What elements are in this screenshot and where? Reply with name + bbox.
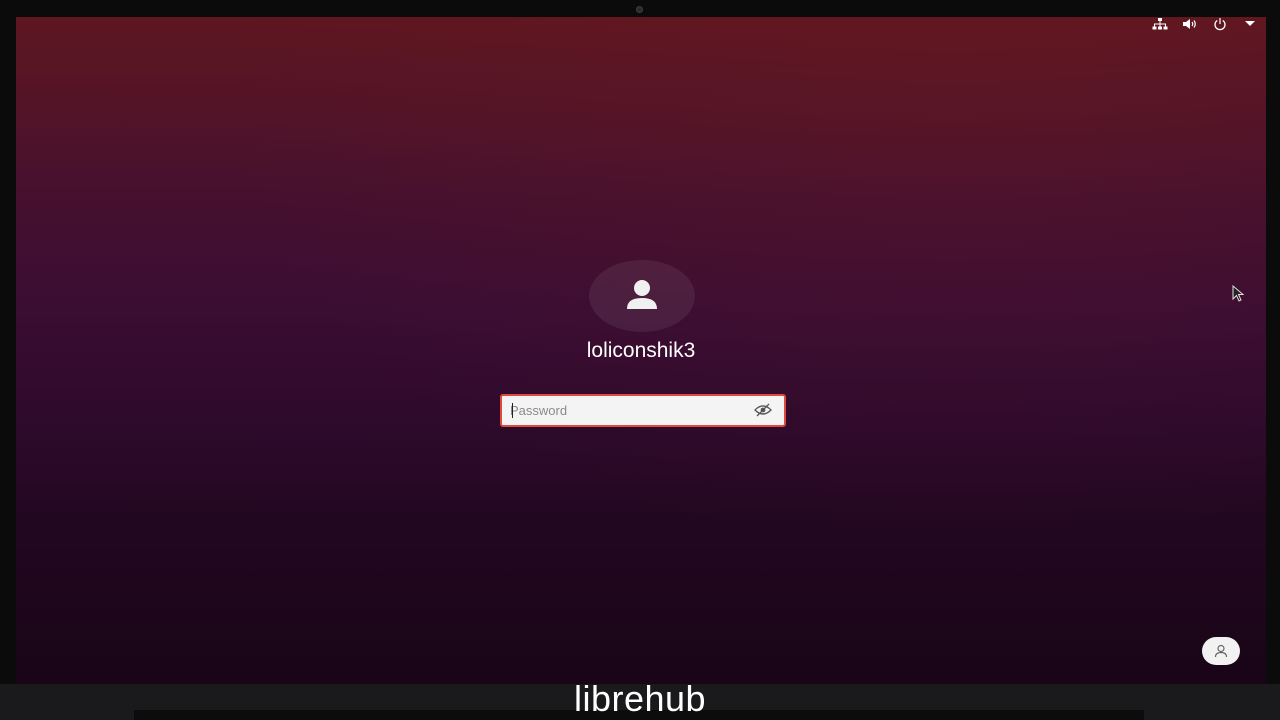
user-icon (627, 280, 657, 309)
username-label: loliconshik3 (586, 339, 696, 362)
webcam-icon (636, 6, 643, 13)
show-password-eye-icon[interactable] (754, 403, 772, 417)
watermark-caption: librehub (573, 678, 707, 719)
user-avatar[interactable] (589, 260, 695, 332)
mouse-cursor-icon (1232, 284, 1246, 308)
menu-chevron-down-icon[interactable] (1242, 17, 1258, 31)
accessibility-user-icon (1214, 644, 1228, 658)
accessibility-button[interactable] (1202, 637, 1240, 665)
password-field[interactable] (500, 394, 786, 427)
login-screen: loliconshik3 (16, 17, 1266, 684)
network-icon[interactable] (1152, 17, 1168, 31)
system-indicators[interactable] (1152, 17, 1258, 31)
password-input[interactable] (510, 400, 740, 421)
power-icon[interactable] (1212, 17, 1228, 31)
laptop-bezel: loliconshik3 (0, 0, 1280, 720)
text-cursor (512, 403, 513, 418)
volume-icon[interactable] (1182, 17, 1198, 31)
